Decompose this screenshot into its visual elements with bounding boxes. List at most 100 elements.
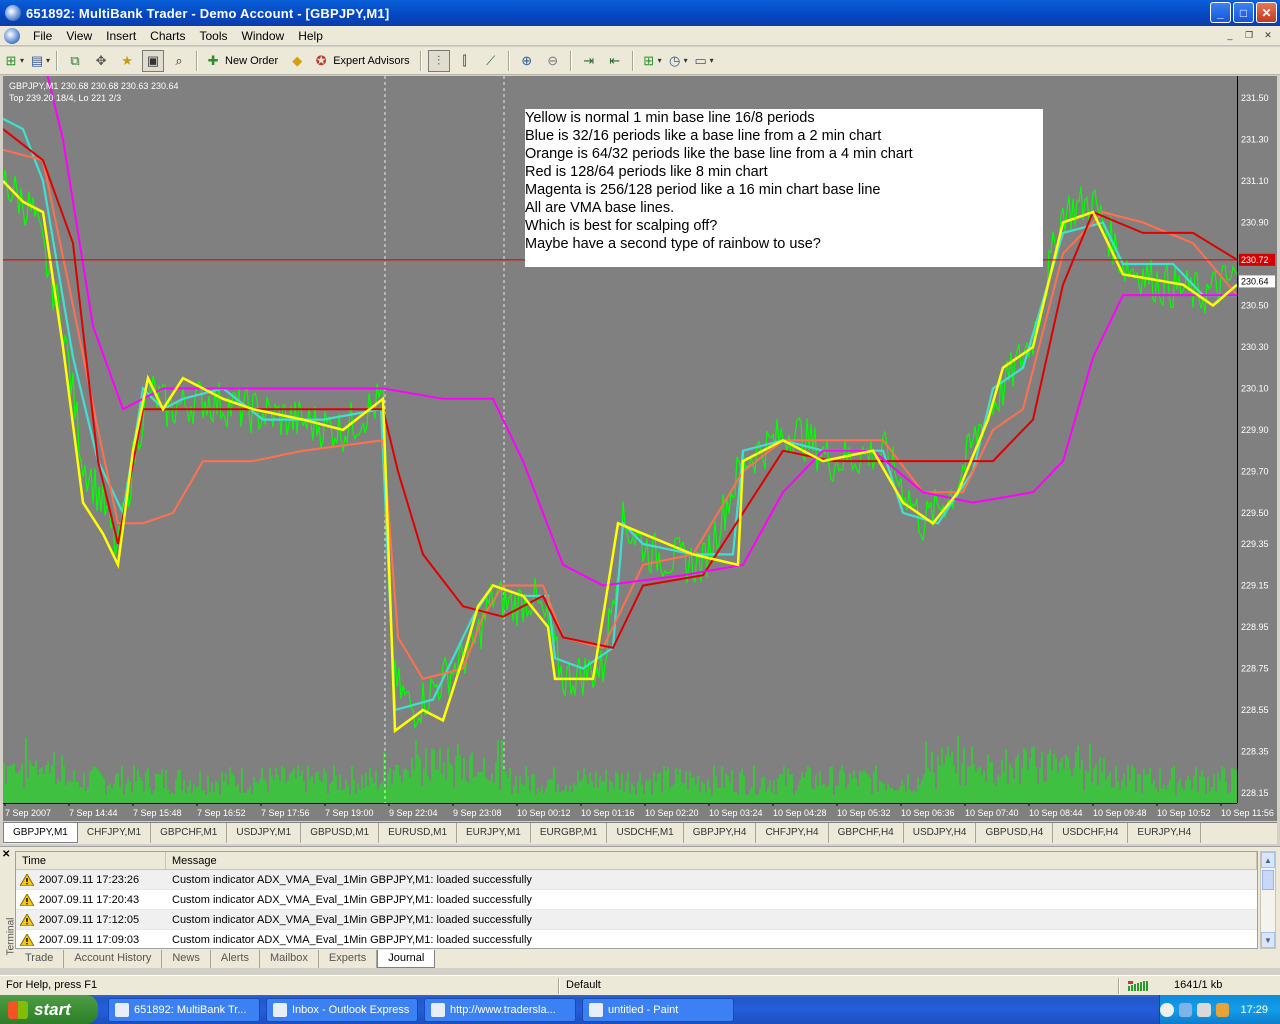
- tray-expand-icon[interactable]: [1160, 1002, 1174, 1017]
- chart-tab[interactable]: CHFJPY,M1: [78, 823, 152, 843]
- time-column-header[interactable]: Time: [16, 852, 166, 869]
- chart-tab[interactable]: CHFJPY,H4: [756, 823, 829, 843]
- bar-chart-button[interactable]: ⫶: [427, 49, 450, 72]
- navigator-button[interactable]: ✥: [90, 50, 112, 72]
- task-outlook[interactable]: Inbox - Outlook Express: [266, 997, 418, 1022]
- mdi-close-button[interactable]: ✕: [1260, 28, 1276, 42]
- tester-icon: ⌕: [175, 52, 183, 68]
- terminal-button[interactable]: ▣: [142, 49, 165, 72]
- app-icon[interactable]: [5, 5, 21, 21]
- task-multibank[interactable]: 651892: MultiBank Tr...: [108, 997, 260, 1022]
- chart-window-icon[interactable]: [4, 27, 20, 44]
- chart-tab[interactable]: USDCHF,M1: [607, 823, 684, 843]
- start-button[interactable]: start: [0, 995, 98, 1024]
- price-tick-label: 230.10: [1241, 383, 1269, 393]
- mdi-minimize-button[interactable]: _: [1222, 28, 1238, 42]
- menu-view[interactable]: View: [59, 29, 99, 43]
- menu-file[interactable]: File: [26, 29, 59, 43]
- warning-icon: [19, 932, 35, 946]
- terminal-tab[interactable]: Account History: [64, 950, 163, 968]
- chart-tab[interactable]: USDJPY,H4: [904, 823, 977, 843]
- chart-tab[interactable]: EURGBP,M1: [531, 823, 608, 843]
- note-line: Magenta is 256/128 period like a 16 min …: [525, 182, 881, 198]
- price-tick-label: 228.75: [1241, 664, 1269, 674]
- expert-advisors-button[interactable]: ✪ Expert Advisors: [312, 50, 413, 72]
- journal-row[interactable]: 2007.09.11 17:12:05 Custom indicator ADX_…: [16, 910, 1257, 930]
- chart-shift-button[interactable]: ⇤: [604, 50, 626, 72]
- terminal-tab[interactable]: News: [162, 950, 211, 968]
- message-column-header[interactable]: Message: [166, 852, 1257, 869]
- chart-tab[interactable]: USDJPY,M1: [227, 823, 302, 843]
- scroll-up-icon[interactable]: ▲: [1261, 852, 1275, 868]
- time-tick-label: 7 Sep 17:56: [261, 808, 310, 818]
- chart-tab[interactable]: EURJPY,H4: [1128, 823, 1202, 843]
- chart-tab[interactable]: GBPJPY,M1: [3, 823, 78, 843]
- task-browser[interactable]: http://www.tradersla...: [424, 997, 576, 1022]
- new-order-button[interactable]: ✚ New Order: [204, 50, 282, 72]
- status-help: For Help, press F1: [6, 979, 98, 991]
- maximize-button[interactable]: □: [1233, 2, 1254, 23]
- security-icon[interactable]: [1215, 1002, 1230, 1017]
- indicators-button[interactable]: ⊞ ▾: [640, 50, 661, 72]
- scroll-down-icon[interactable]: ▼: [1261, 932, 1275, 948]
- price-tick-label: 230.90: [1241, 217, 1269, 227]
- metaeditor-button[interactable]: ◆: [286, 50, 308, 72]
- chart-tab[interactable]: GBPCHF,M1: [151, 823, 228, 843]
- chart-tab[interactable]: GBPUSD,H4: [976, 823, 1054, 843]
- menu-help[interactable]: Help: [291, 29, 330, 43]
- auto-scroll-button[interactable]: ⇥: [578, 50, 600, 72]
- candlestick-button[interactable]: ⫿: [454, 50, 476, 72]
- price-tick-label: 228.95: [1241, 622, 1269, 632]
- volume-icon[interactable]: [1197, 1002, 1211, 1017]
- price-chart[interactable]: 231.50 231.30 231.10 230.90 230.50 230.30 230.…: [3, 76, 1277, 821]
- new-chart-button[interactable]: ⊞ ▾: [2, 50, 24, 72]
- terminal-tab[interactable]: Alerts: [211, 950, 260, 968]
- journal-time: 2007.09.11 17:12:05: [39, 913, 140, 926]
- templates-button[interactable]: ▭ ▾: [692, 50, 714, 72]
- terminal-tab[interactable]: Mailbox: [260, 950, 319, 968]
- time-tick-label: 10 Sep 03:24: [709, 808, 763, 818]
- close-button[interactable]: ✕: [1256, 2, 1277, 23]
- menu-window[interactable]: Window: [235, 29, 292, 43]
- scroll-thumb[interactable]: [1262, 870, 1274, 890]
- tester-button[interactable]: ⌕: [168, 50, 190, 72]
- chart-text-note[interactable]: Yellow is normal 1 min base line 16/8 pe…: [525, 109, 1043, 267]
- menu-insert[interactable]: Insert: [99, 29, 143, 43]
- market-watch-button[interactable]: ⧉: [64, 50, 86, 72]
- templates-icon: ▭: [694, 52, 707, 68]
- terminal-tab[interactable]: Journal: [377, 950, 436, 968]
- zoom-in-button[interactable]: ⊕: [516, 50, 538, 72]
- menu-charts[interactable]: Charts: [143, 29, 192, 43]
- network-icon[interactable]: [1178, 1002, 1193, 1017]
- profiles-button[interactable]: ▤ ▾: [28, 50, 50, 72]
- terminal-tab[interactable]: Trade: [15, 950, 65, 968]
- journal-row[interactable]: 2007.09.11 17:20:43 Custom indicator ADX_…: [16, 890, 1257, 910]
- grid-header: Time Message: [16, 852, 1257, 870]
- journal-row[interactable]: 2007.09.11 17:09:03 Custom indicator ADX_…: [16, 930, 1257, 950]
- time-tick-label: 10 Sep 09:48: [1093, 808, 1147, 818]
- terminal-close-icon[interactable]: ✕: [2, 849, 14, 860]
- favorites-button[interactable]: ★: [116, 50, 138, 72]
- price-tick-label: 229.15: [1241, 581, 1269, 591]
- minimize-button[interactable]: _: [1210, 2, 1231, 23]
- terminal-tab[interactable]: Experts: [319, 950, 378, 968]
- time-tick-label: 10 Sep 05:32: [837, 808, 891, 818]
- journal-row[interactable]: 2007.09.11 17:23:26 Custom indicator ADX_…: [16, 870, 1257, 890]
- chart-tab[interactable]: GBPCHF,H4: [829, 823, 904, 843]
- zoom-out-button[interactable]: ⊖: [542, 50, 564, 72]
- expert-advisors-label: Expert Advisors: [333, 54, 410, 67]
- line-chart-button[interactable]: ⟋: [480, 50, 502, 72]
- journal-scrollbar[interactable]: ▲ ▼: [1260, 851, 1276, 949]
- chart-tab[interactable]: GBPUSD,M1: [301, 823, 380, 843]
- time-tick-label: 7 Sep 2007: [5, 808, 51, 818]
- chart-tab[interactable]: EURUSD,M1: [379, 823, 458, 843]
- periods-button[interactable]: ◷ ▾: [666, 50, 688, 72]
- chart-tab[interactable]: GBPJPY,H4: [684, 823, 757, 843]
- chart-tab[interactable]: USDCHF,H4: [1053, 823, 1129, 843]
- metaeditor-icon: ◆: [292, 52, 303, 68]
- chart-tab[interactable]: EURJPY,M1: [457, 823, 531, 843]
- menu-tools[interactable]: Tools: [193, 29, 235, 43]
- task-paint[interactable]: untitled - Paint: [582, 997, 734, 1022]
- title-bar: 651892: MultiBank Trader - Demo Account …: [0, 0, 1280, 26]
- mdi-restore-button[interactable]: ❐: [1241, 28, 1257, 42]
